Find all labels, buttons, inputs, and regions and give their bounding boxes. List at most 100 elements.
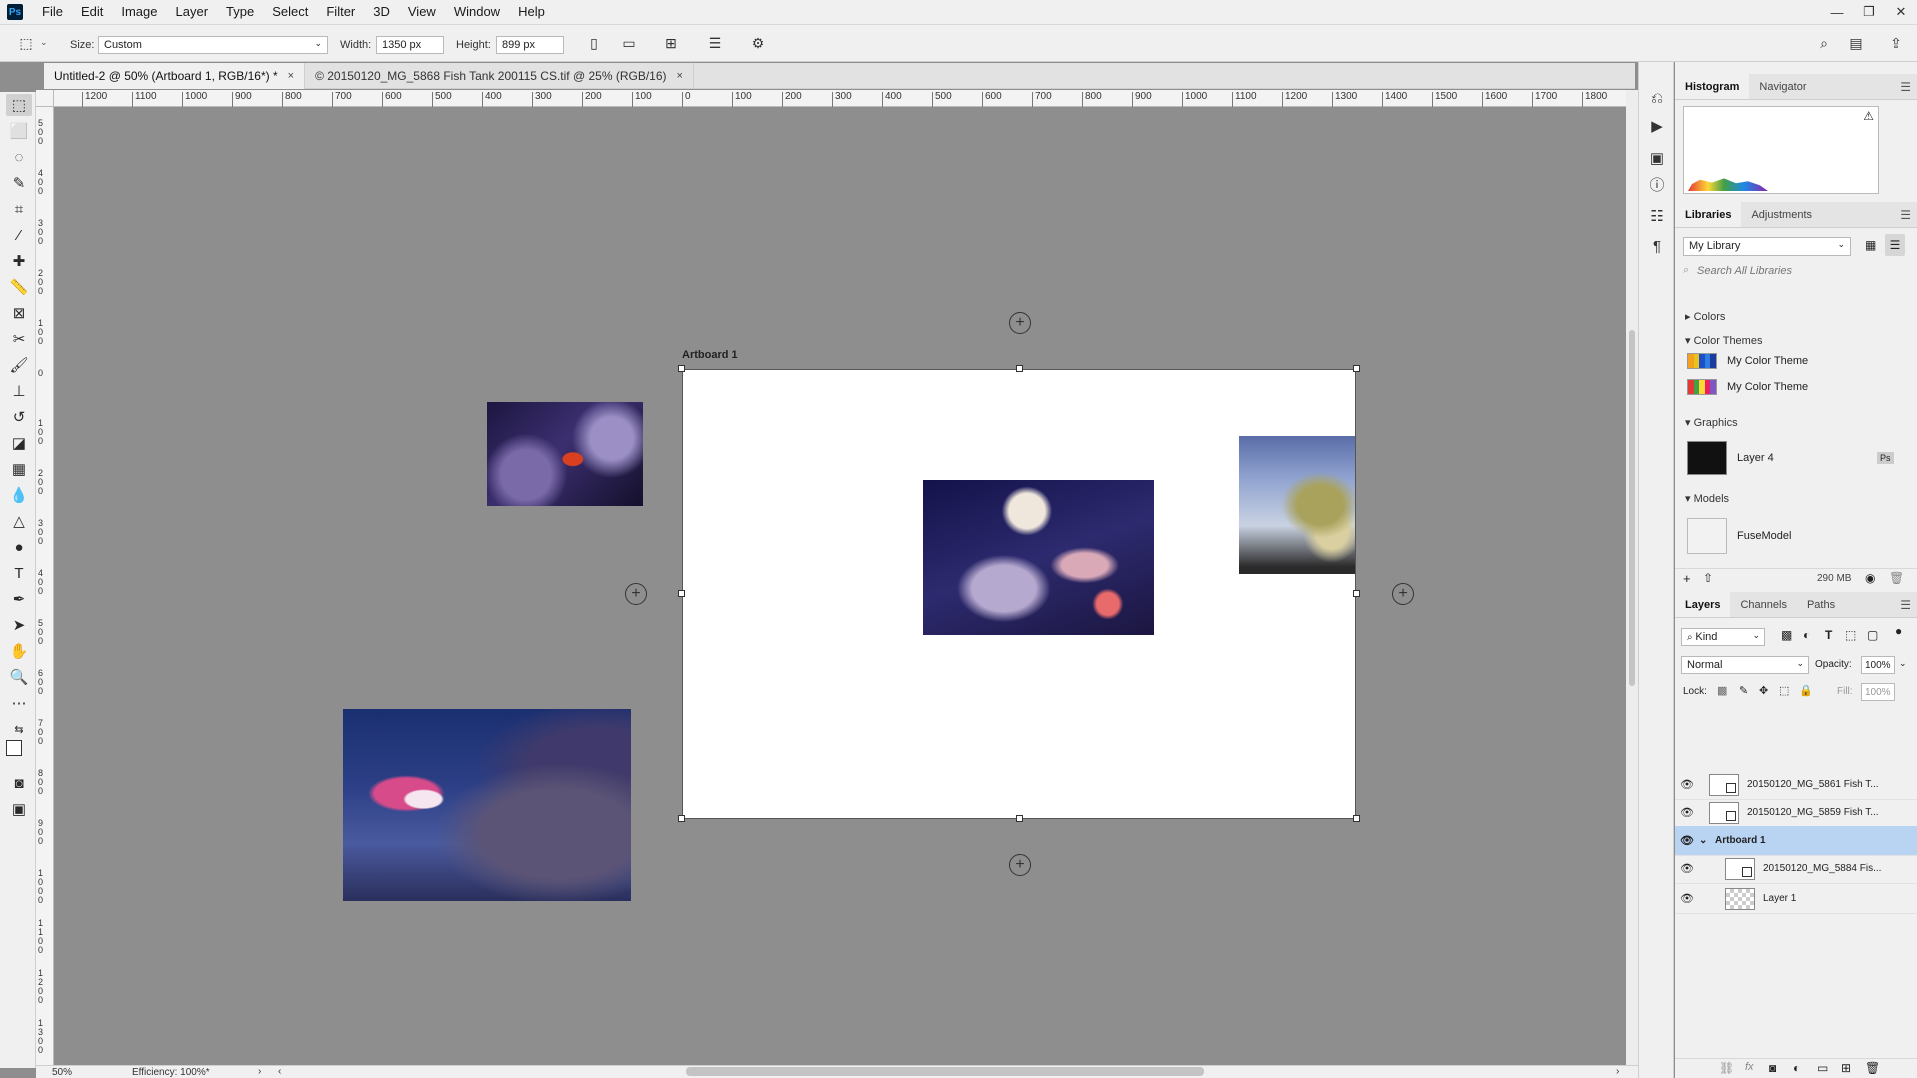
fx-icon[interactable]: fx [1745,1061,1754,1073]
transform-handle[interactable] [1016,815,1023,822]
warning-icon[interactable]: ⚠ [1863,109,1874,123]
menu-select[interactable]: Select [263,0,317,24]
height-field[interactable] [496,36,564,54]
tab-libraries[interactable]: Libraries [1675,202,1742,227]
layer-row[interactable]: 👁 20150120_MG_5859 Fish T... [1675,798,1917,828]
new-group-icon[interactable]: ▭ [1817,1061,1828,1075]
filter-type-icon[interactable]: T [1825,628,1832,642]
delete-layer-icon[interactable]: 🗑 [1865,1061,1880,1075]
lock-position-icon[interactable]: ✥ [1759,684,1768,697]
lock-all-icon[interactable]: 🔒 [1799,684,1813,697]
close-window-button[interactable]: ✕ [1885,0,1917,24]
upload-icon[interactable]: ⇧ [1703,571,1713,585]
menu-image[interactable]: Image [112,0,166,24]
visibility-eye-icon[interactable]: 👁 [1675,862,1699,875]
zoom-level[interactable]: 50% [52,1067,72,1078]
new-layer-icon[interactable]: ⊞ [1841,1061,1851,1075]
photoshop-logo[interactable]: Ps [7,4,23,20]
width-field[interactable] [376,36,444,54]
layer-row-artboard[interactable]: 👁 ⌄ Artboard 1 [1675,826,1917,856]
opacity-field[interactable] [1861,656,1895,674]
transform-handle[interactable] [1353,365,1360,372]
fish-photo-red-hawkfish[interactable] [487,402,643,506]
make-landscape-icon[interactable]: ▭ [619,33,639,53]
panel-menu-icon[interactable]: ☰ [1900,598,1911,612]
transform-handle[interactable] [1353,590,1360,597]
eraser-tool-icon[interactable]: ◪ [6,432,32,454]
artboard-tool-icon[interactable]: ⬚ [6,94,32,116]
visibility-eye-icon[interactable]: 👁 [1675,806,1699,819]
search-libraries-input[interactable] [1697,262,1897,280]
dodge-tool-icon[interactable]: ● [6,536,32,558]
color-theme-item[interactable]: My Color Theme [1687,376,1808,398]
tab-channels[interactable]: Channels [1730,592,1796,617]
workspace-icon[interactable]: ▤ [1846,33,1866,53]
tab-histogram[interactable]: Histogram [1675,74,1750,99]
zoom-tool-icon[interactable]: 🔍 [6,666,32,688]
add-artboard-left-icon[interactable]: + [625,583,647,605]
close-icon[interactable]: × [677,70,683,82]
path-selection-tool-icon[interactable]: ➤ [6,614,32,636]
eyedropper-tool-icon[interactable]: ⁄ [6,224,32,246]
tab-fish-tank[interactable]: © 20150120_MG_5868 Fish Tank 200115 CS.t… [305,63,694,89]
healing-brush-tool-icon[interactable]: ✚ [6,250,32,272]
actions-play-icon[interactable]: ▶ [1646,116,1668,136]
add-content-icon[interactable]: + [1683,571,1691,586]
new-adjustment-icon[interactable]: ◐ [1793,1061,1800,1075]
add-artboard-top-icon[interactable]: + [1009,312,1031,334]
menu-layer[interactable]: Layer [167,0,218,24]
search-icon[interactable]: ⌕ [1814,33,1834,53]
panel-menu-icon[interactable]: ☰ [1900,208,1911,222]
restore-button[interactable]: ❐ [1853,0,1885,24]
layer-kind-filter[interactable]: ⌕ Kind ⌄ [1681,628,1765,646]
trash-icon[interactable]: 🗑 [1889,571,1904,585]
tab-layers[interactable]: Layers [1675,592,1731,617]
scroll-left-arrow-icon[interactable]: ‹ [278,1066,281,1077]
menu-3d[interactable]: 3D [364,0,399,24]
blend-mode-select[interactable]: Normal ⌄ [1681,656,1809,674]
tab-untitled-2[interactable]: Untitled-2 @ 50% (Artboard 1, RGB/16*) *… [44,63,306,89]
foreground-color-swatch[interactable] [6,740,22,756]
menu-filter[interactable]: Filter [317,0,364,24]
content-aware-move-icon[interactable]: ⊠ [6,302,32,324]
make-portrait-icon[interactable]: ▯ [584,33,604,53]
anemone-photo-right[interactable] [1239,436,1355,574]
status-menu-arrow-icon[interactable]: › [258,1066,261,1077]
tab-paths[interactable]: Paths [1797,592,1845,617]
visibility-eye-icon[interactable]: 👁 [1675,892,1699,905]
share-icon[interactable]: ⇪ [1886,33,1906,53]
transform-handle[interactable] [678,815,685,822]
more-tools-icon[interactable]: ⋯ [6,692,32,714]
properties-icon[interactable]: ▣ [1646,148,1668,168]
lock-artboard-icon[interactable]: ⬚ [1779,684,1789,697]
adjust-sliders-icon[interactable]: ☷ [1646,206,1668,226]
section-colors[interactable]: ▸ Colors [1685,310,1725,323]
artboard-tool-icon[interactable]: ⬚ [16,33,36,53]
scissors-tool-icon[interactable]: ✂ [6,328,32,350]
history-brush-tool-icon[interactable]: ↺ [6,406,32,428]
section-models[interactable]: ▾ Models [1685,492,1729,505]
color-theme-item[interactable]: My Color Theme [1687,350,1808,372]
menu-file[interactable]: File [33,0,72,24]
visibility-eye-icon[interactable]: 👁 [1675,778,1699,791]
add-mask-icon[interactable]: ◙ [1769,1061,1776,1075]
link-layers-icon[interactable]: ⛓ [1719,1061,1734,1075]
menu-help[interactable]: Help [509,0,554,24]
artboard-label[interactable]: Artboard 1 [682,349,738,361]
size-select[interactable]: Custom ⌄ [98,36,328,54]
section-graphics[interactable]: ▾ Graphics [1685,416,1738,429]
menu-view[interactable]: View [399,0,445,24]
blur-tool-icon[interactable]: 💧 [6,484,32,506]
type-tool-icon[interactable]: T [6,562,32,584]
add-artboard-bottom-icon[interactable]: + [1009,854,1031,876]
info-icon[interactable]: ⓘ [1646,174,1668,194]
screen-mode-icon[interactable]: ▣ [6,798,32,820]
align-icon[interactable]: ☰ [705,33,725,53]
transform-handle[interactable] [678,365,685,372]
pen-tool-icon[interactable]: ✒ [6,588,32,610]
tab-navigator[interactable]: Navigator [1749,74,1816,99]
quick-mask-icon[interactable]: ◙ [6,772,32,794]
marquee-tool-icon[interactable]: ⬜ [6,120,32,142]
clone-stamp-tool-icon[interactable]: ⊥ [6,380,32,402]
close-icon[interactable]: × [288,70,294,82]
